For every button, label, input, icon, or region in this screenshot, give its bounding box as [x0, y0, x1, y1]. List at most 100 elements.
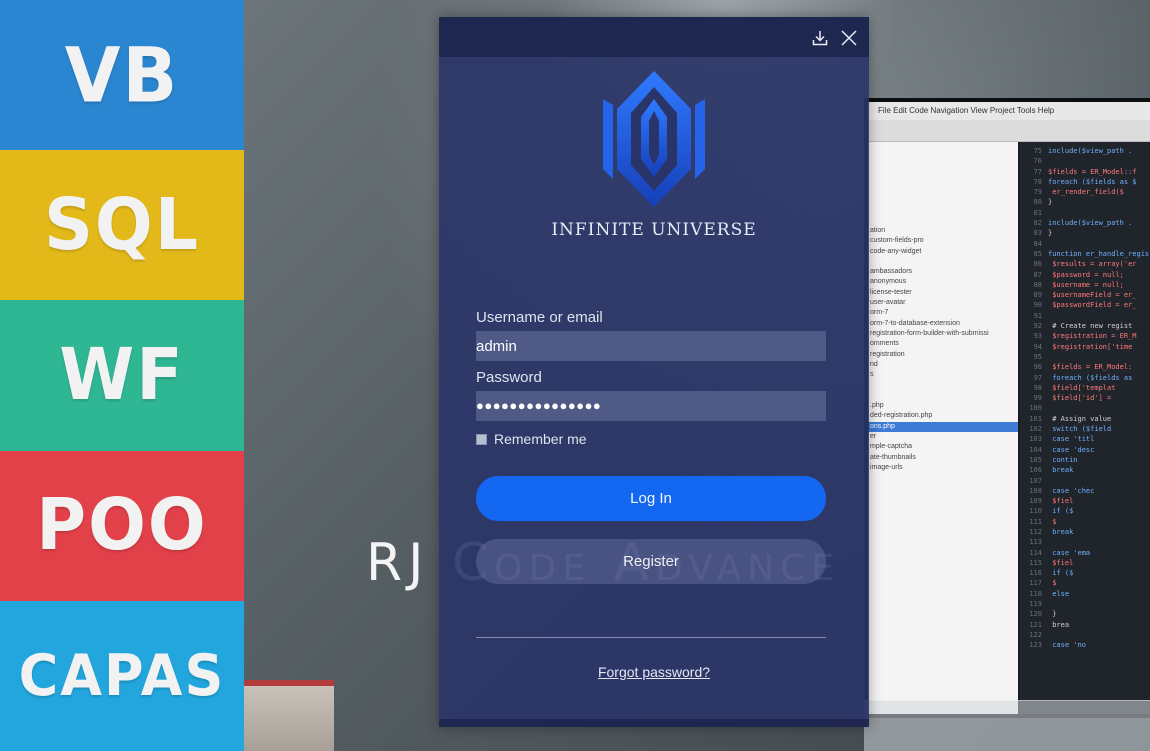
tile-sql-label: SQL	[43, 183, 201, 267]
code-line: 76	[1020, 156, 1150, 166]
forgot-password-link[interactable]: Forgot password?	[439, 664, 869, 680]
code-line: 84	[1020, 239, 1150, 249]
close-x-icon[interactable]	[838, 27, 860, 49]
line-number: 78	[1033, 177, 1042, 186]
code-text: }	[1048, 610, 1057, 619]
code-text: case 'titl	[1048, 435, 1095, 444]
project-file-item: custom-fields-pro	[870, 237, 924, 245]
line-number: 112	[1029, 527, 1042, 536]
code-line: 95	[1020, 352, 1150, 362]
code-line: 121 brea	[1020, 620, 1150, 630]
dialog-titlebar	[439, 17, 869, 57]
code-line: 80}	[1020, 197, 1150, 207]
code-line: 118 else	[1020, 589, 1150, 599]
code-line: 117 $	[1020, 578, 1150, 588]
code-text: include($view_path .	[1048, 219, 1133, 228]
project-file-item: anonymous	[870, 278, 907, 286]
code-line: 79 er_render_field($	[1020, 187, 1150, 197]
line-number: 96	[1033, 363, 1042, 372]
line-number: 107	[1029, 476, 1042, 485]
password-input[interactable]: ●●●●●●●●●●●●●●●	[476, 391, 826, 421]
code-text: # Create new regist	[1048, 322, 1133, 331]
code-text: function er_handle_regis	[1048, 249, 1150, 258]
project-file-item: nd	[870, 360, 878, 368]
code-text: er_render_field($	[1048, 188, 1124, 197]
tile-wf[interactable]: WF	[0, 300, 244, 451]
line-number: 89	[1033, 291, 1042, 300]
code-line: 85 function er_handle_regis	[1020, 249, 1150, 259]
login-button-label: Log In	[630, 490, 672, 507]
code-line: 100	[1020, 403, 1150, 413]
sidebar-tiles: VB SQL WF POO CAPAS	[0, 0, 244, 751]
code-text: foreach ($fields as	[1048, 373, 1133, 382]
code-line: 99 $field['id'] =	[1020, 393, 1150, 403]
tile-poo[interactable]: POO	[0, 450, 244, 601]
laptop-screen: File Edit Code Navigation View Project T…	[864, 98, 1150, 718]
line-number: 79	[1033, 188, 1042, 197]
code-text: $password = null;	[1048, 270, 1124, 279]
line-number: 117	[1029, 579, 1042, 588]
line-number: 108	[1029, 486, 1042, 495]
tile-vb[interactable]: VB	[0, 0, 244, 151]
code-text: $	[1048, 579, 1057, 588]
code-line: 112 break	[1020, 527, 1150, 537]
ide-code-editor: 75 include($view_path . 76 77 $fields = ER_M…	[1020, 142, 1150, 714]
code-text: break	[1048, 466, 1074, 475]
project-file-item: image-urls	[870, 463, 903, 471]
code-text: $registration['time	[1048, 342, 1133, 351]
dialog-bottom-strip	[439, 719, 869, 727]
project-file-item: user-avatar	[870, 299, 906, 307]
code-line: 108 case 'chec	[1020, 486, 1150, 496]
code-text: $fields = ER_Model:	[1048, 363, 1133, 372]
line-number: 86	[1033, 260, 1042, 269]
login-button[interactable]: Log In	[476, 476, 826, 521]
line-number: 93	[1033, 332, 1042, 341]
code-text: }	[1048, 198, 1053, 207]
divider	[476, 637, 826, 638]
username-input[interactable]	[476, 331, 826, 361]
tile-sql[interactable]: SQL	[0, 150, 244, 301]
line-number: 75	[1033, 147, 1042, 155]
app-logo	[439, 69, 869, 214]
tile-wf-label: WF	[59, 333, 185, 417]
line-number: 85	[1033, 249, 1042, 258]
line-number: 97	[1033, 373, 1042, 382]
line-number: 99	[1033, 394, 1042, 403]
line-number: 82	[1033, 219, 1042, 228]
username-label: Username or email	[476, 309, 603, 326]
code-line: 81	[1020, 208, 1150, 218]
code-line: 103 case 'titl	[1020, 434, 1150, 444]
register-button[interactable]: Register	[476, 539, 826, 584]
line-number: 77	[1033, 167, 1042, 176]
line-number: 118	[1029, 589, 1042, 598]
remember-me-checkbox[interactable]	[476, 433, 487, 445]
line-number: 113	[1029, 538, 1042, 547]
remember-me-toggle[interactable]: Remember me	[476, 431, 587, 447]
project-file-item	[868, 391, 1018, 401]
code-line: 102 switch ($field	[1020, 424, 1150, 434]
code-line: 113	[1020, 537, 1150, 547]
project-file-item: s	[870, 371, 874, 379]
code-text: brea	[1048, 620, 1070, 629]
line-number: 88	[1033, 280, 1042, 289]
project-file-item: orm-7-to-database-extension	[870, 319, 960, 327]
tile-capas[interactable]: CAPAS	[0, 600, 244, 751]
project-file-item	[868, 257, 1018, 267]
password-label: Password	[476, 369, 542, 386]
project-file-item: ons.php	[868, 421, 1018, 432]
code-line: 104 case 'desc	[1020, 445, 1150, 455]
line-number: 116	[1029, 569, 1042, 578]
code-text: include($view_path .	[1048, 147, 1133, 155]
line-number: 98	[1033, 383, 1042, 392]
code-text: $username = null;	[1048, 280, 1124, 289]
code-text: else	[1048, 589, 1070, 598]
line-number: 101	[1029, 414, 1042, 423]
code-line: 105 contin	[1020, 455, 1150, 465]
code-text: $fiel	[1048, 558, 1074, 567]
line-number: 90	[1033, 301, 1042, 310]
ide-menu-bar: File Edit Code Navigation View Project T…	[868, 102, 1150, 120]
download-arrow-icon[interactable]	[809, 27, 831, 49]
line-number: 121	[1029, 620, 1042, 629]
code-line: 93 $registration = ER_M	[1020, 331, 1150, 341]
line-number: 102	[1029, 425, 1042, 434]
